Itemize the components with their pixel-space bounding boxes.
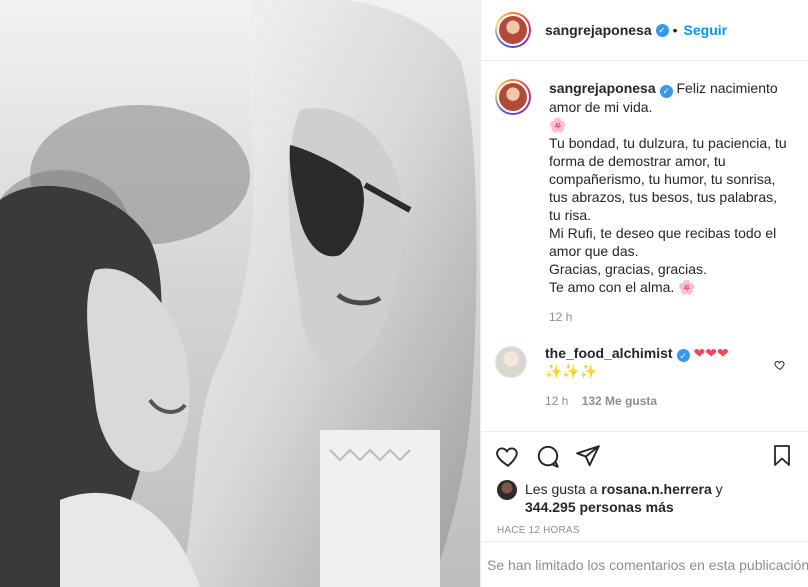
caption-time[interactable]: 12 h bbox=[549, 308, 789, 326]
post-header: sangrejaponesa ✓ • Seguir bbox=[481, 0, 808, 61]
caption-text: sangrejaponesa ✓ Feliz nacimiento amor de… bbox=[549, 79, 789, 326]
comment-hearts: ❤❤❤ bbox=[693, 344, 729, 361]
commenter-username[interactable]: the_food_alchimist bbox=[545, 345, 673, 361]
instagram-post: sangrejaponesa ✓ • Seguir sangrejaponesa… bbox=[0, 0, 808, 587]
verified-badge-icon: ✓ bbox=[676, 349, 690, 362]
verified-badge-icon: ✓ bbox=[659, 84, 673, 98]
liker-username[interactable]: rosana.n.herrera bbox=[601, 481, 712, 497]
commenter-avatar[interactable] bbox=[495, 345, 527, 378]
likes-summary: Les gusta a rosana.n.herrera y 344.295 p… bbox=[481, 480, 808, 516]
verified-badge-icon: ✓ bbox=[655, 23, 669, 37]
caption-author-avatar-image bbox=[497, 81, 529, 113]
caption-line-2: 🌸 bbox=[549, 116, 567, 133]
bookmark-icon[interactable] bbox=[754, 436, 794, 476]
author-avatar-image bbox=[497, 14, 529, 46]
heart-icon[interactable] bbox=[495, 436, 535, 476]
comment-likes[interactable]: 132 Me gusta bbox=[582, 394, 657, 408]
action-bar bbox=[481, 432, 808, 480]
comment-sparkles: ✨✨✨ bbox=[545, 363, 598, 379]
comment-meta: 12 h 132 Me gusta bbox=[545, 392, 765, 410]
comment-item: the_food_alchimist ✓ ❤❤❤ ✨✨✨ 12 h 132 Me … bbox=[481, 326, 808, 411]
post-actions-area: Les gusta a rosana.n.herrera y 344.295 p… bbox=[481, 431, 808, 536]
post-photo[interactable] bbox=[0, 0, 480, 587]
caption-line-6: Te amo con el alma. 🌸 bbox=[549, 278, 696, 295]
comments-area[interactable]: sangrejaponesa ✓ Feliz nacimiento amor de… bbox=[481, 61, 808, 431]
comment-icon[interactable] bbox=[535, 436, 575, 476]
caption: sangrejaponesa ✓ Feliz nacimiento amor de… bbox=[481, 61, 808, 326]
caption-line-3: Tu bondad, tu dulzura, tu paciencia, tu … bbox=[549, 134, 787, 223]
caption-author-avatar[interactable] bbox=[495, 79, 531, 115]
liker-avatar[interactable] bbox=[497, 480, 517, 500]
author-username[interactable]: sangrejaponesa bbox=[545, 22, 652, 38]
comment-text: the_food_alchimist ✓ ❤❤❤ ✨✨✨ 12 h 132 Me … bbox=[545, 344, 765, 411]
separator-dot: • bbox=[672, 22, 678, 38]
likes-joiner: y bbox=[715, 481, 723, 497]
author-avatar[interactable] bbox=[495, 12, 531, 48]
post-time-ago[interactable]: HACE 12 HORAS bbox=[481, 525, 808, 536]
like-comment-icon[interactable] bbox=[774, 358, 786, 374]
comment-time[interactable]: 12 h bbox=[545, 394, 568, 408]
post-side-panel: sangrejaponesa ✓ • Seguir sangrejaponesa… bbox=[480, 0, 808, 587]
comments-limited-notice: Se han limitado los comentarios en esta … bbox=[481, 541, 808, 587]
caption-line-4: Mi Rufi, te deseo que recibas todo el am… bbox=[549, 224, 777, 259]
photo-illustration bbox=[0, 0, 480, 587]
caption-line-5: Gracias, gracias, gracias. bbox=[549, 260, 707, 277]
likes-others[interactable]: 344.295 personas más bbox=[525, 499, 674, 515]
likes-prefix: Les gusta a bbox=[525, 481, 598, 497]
share-icon[interactable] bbox=[575, 436, 615, 476]
follow-button[interactable]: Seguir bbox=[684, 22, 728, 38]
caption-username[interactable]: sangrejaponesa bbox=[549, 80, 656, 96]
